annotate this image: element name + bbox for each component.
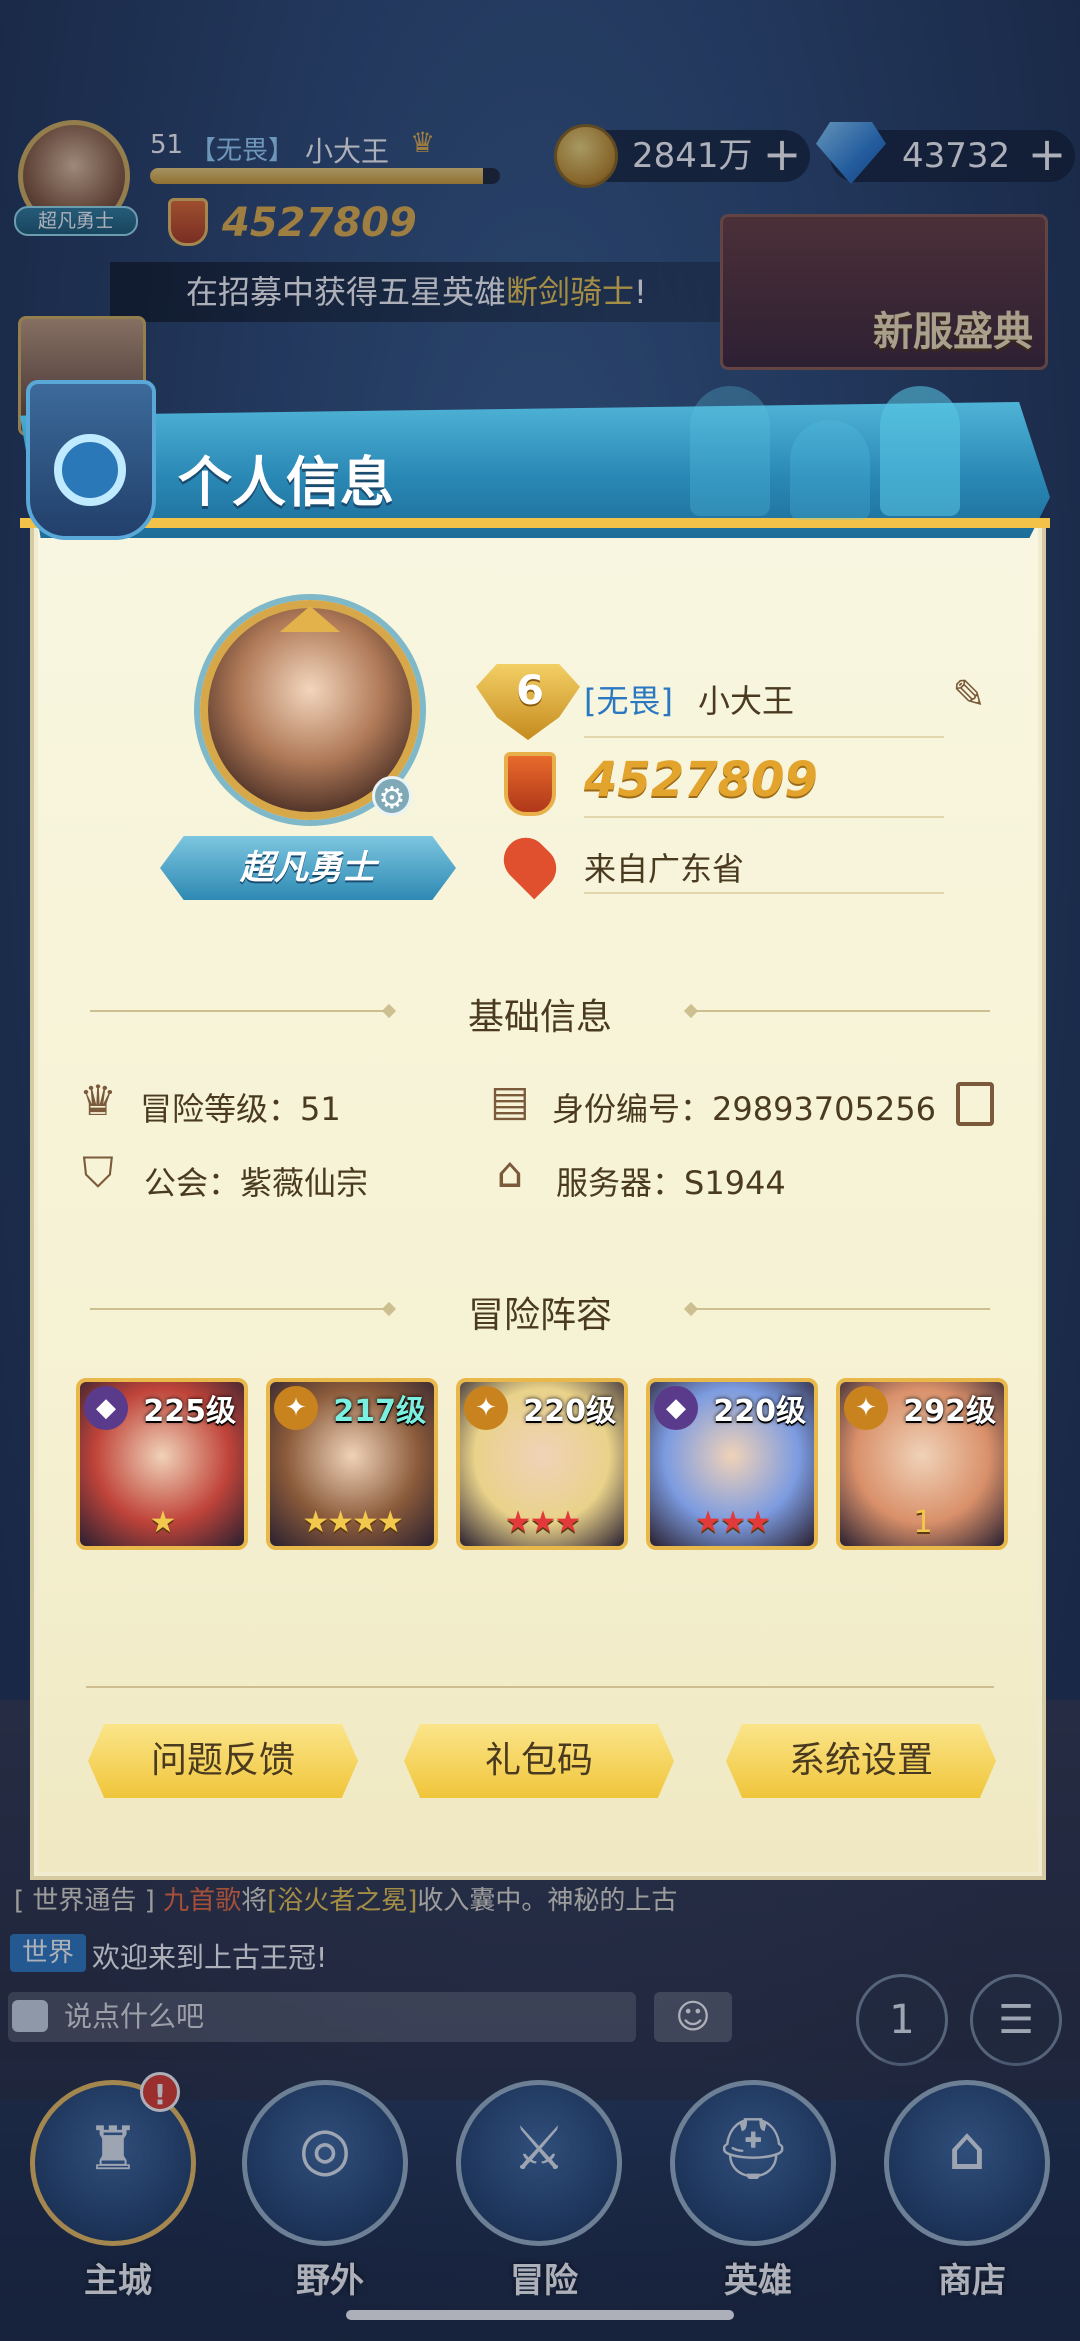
hero-level: 220级 — [713, 1394, 806, 1429]
profile-guild-tag: [无畏] — [584, 682, 673, 720]
panel-bottom-divider — [86, 1686, 994, 1688]
profile-location: 来自广东省 — [584, 850, 745, 888]
gift-code-button[interactable]: 礼包码 — [404, 1724, 674, 1798]
hero-class-icon: ◆ — [654, 1386, 698, 1430]
hero-card[interactable]: ✦ 217级 ★★★★ — [266, 1378, 438, 1550]
profile-header-icon — [26, 380, 156, 540]
guild-name: 公会：紫薇仙宗 — [144, 1164, 369, 1202]
hero-class-icon: ◆ — [84, 1386, 128, 1430]
hero-card[interactable]: ✦ 220级 ★★★ — [456, 1378, 628, 1550]
portal-icon — [54, 434, 126, 506]
section-divider-right — [690, 1010, 990, 1012]
copy-id-icon[interactable] — [956, 1082, 994, 1126]
power-shield-icon — [504, 752, 556, 816]
hero-level: 217级 — [333, 1394, 426, 1429]
hero-level: 220级 — [523, 1394, 616, 1429]
crown-icon: ♛ — [79, 1076, 117, 1125]
hero-level: 225级 — [143, 1394, 236, 1429]
hero-class-icon: ✦ — [274, 1386, 318, 1430]
hero-level: 292级 — [903, 1394, 996, 1429]
header-decoration-figure — [690, 386, 770, 516]
hero-stars: ★ — [149, 1505, 177, 1540]
guild-banner-icon: ⛉ — [82, 1148, 114, 1197]
hero-stars: ★★★ — [694, 1505, 772, 1540]
panel-header-trim — [20, 518, 1050, 528]
row-divider — [584, 736, 944, 738]
hero-stars: 1 — [913, 1505, 932, 1540]
profile-name: 小大王 — [698, 682, 795, 720]
basic-info-title: 基础信息 — [467, 997, 612, 1038]
row-divider — [584, 816, 944, 818]
feedback-button[interactable]: 问题反馈 — [88, 1724, 358, 1798]
id-number: 身份编号：29893705256 — [552, 1090, 936, 1128]
vip-level: 6 — [516, 668, 544, 714]
header-decoration-figure — [880, 386, 960, 516]
hero-card[interactable]: ◆ 225级 ★ — [76, 1378, 248, 1550]
hero-class-icon: ✦ — [464, 1386, 508, 1430]
hero-card[interactable]: ◆ 220级 ★★★ — [646, 1378, 818, 1550]
system-settings-button[interactable]: 系统设置 — [726, 1724, 996, 1798]
panel-title: 个人信息 — [178, 451, 394, 514]
server-icon: ⌂ — [496, 1148, 524, 1197]
profile-rank-badge: 超凡勇士 — [160, 836, 456, 900]
hero-stars: ★★★★ — [302, 1505, 404, 1540]
hero-card[interactable]: ✦ 292级 1 — [836, 1378, 1008, 1550]
server-name: 服务器：S1944 — [556, 1164, 786, 1202]
avatar-settings-gear-icon[interactable]: ⚙ — [372, 776, 412, 816]
lineup-title: 冒险阵容 — [467, 1295, 612, 1336]
header-decoration-figure — [790, 420, 870, 520]
hero-stars: ★★★ — [504, 1505, 582, 1540]
row-divider — [584, 892, 944, 894]
section-divider-right — [690, 1308, 990, 1310]
adventure-level: 冒险等级：51 — [140, 1090, 341, 1128]
id-card-icon: ▤ — [490, 1076, 530, 1125]
profile-power: 4527809 — [584, 752, 818, 808]
hero-class-icon: ✦ — [844, 1386, 888, 1430]
edit-name-icon[interactable]: ✎ — [948, 674, 990, 716]
